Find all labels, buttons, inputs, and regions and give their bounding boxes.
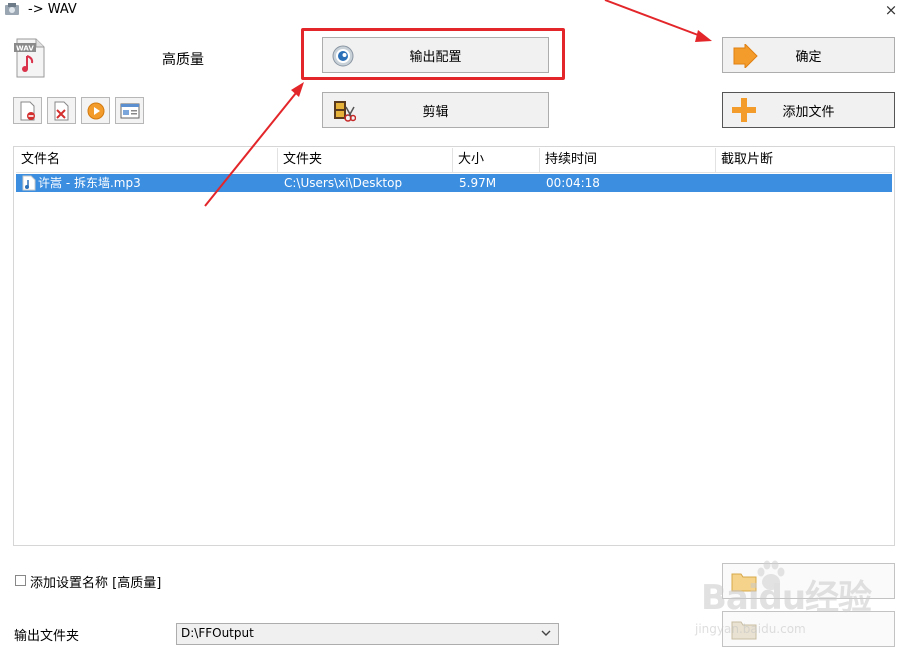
column-header-folder[interactable]: 文件夹	[278, 148, 453, 172]
clear-list-button[interactable]	[47, 97, 76, 124]
cell-folder: C:\Users\xi\Desktop	[284, 176, 403, 190]
column-header-clip[interactable]: 截取片断	[716, 148, 892, 172]
baidu-watermark: Baidu经验 jingyan.baidu.com	[695, 552, 905, 652]
play-icon	[87, 102, 105, 120]
highlight-box	[301, 28, 565, 80]
output-folder-select[interactable]: D:\FFOutput	[176, 623, 559, 645]
cell-size: 5.97M	[459, 176, 497, 190]
svg-text:WAV: WAV	[16, 45, 34, 53]
audio-file-icon	[22, 175, 36, 191]
chevron-down-icon	[541, 630, 551, 636]
clip-label: 剪辑	[422, 104, 449, 120]
column-header-duration[interactable]: 持续时间	[540, 148, 716, 172]
cell-duration: 00:04:18	[546, 176, 600, 190]
add-file-label: 添加文件	[782, 104, 835, 120]
cell-filename: 许嵩 - 拆东墙.mp3	[38, 176, 141, 190]
watermark-url: jingyan.baidu.com	[695, 622, 806, 636]
watermark-text: Baidu经验	[701, 578, 872, 618]
title-bar: -> WAV ×	[0, 0, 906, 22]
output-folder-value: D:\FFOutput	[181, 626, 254, 640]
media-info-icon	[120, 103, 140, 119]
wav-file-icon: WAV	[14, 38, 45, 78]
list-header: 文件名 文件夹 大小 持续时间 截取片断	[16, 148, 892, 173]
remove-file-button[interactable]	[13, 97, 42, 124]
clear-list-icon	[54, 101, 69, 121]
app-icon	[5, 3, 19, 15]
table-row[interactable]: 许嵩 - 拆东墙.mp3 C:\Users\xi\Desktop 5.97M 0…	[16, 174, 892, 192]
file-list[interactable]: 文件名 文件夹 大小 持续时间 截取片断 许嵩 - 拆东墙.mp3 C:\Use…	[13, 146, 895, 546]
play-button[interactable]	[81, 97, 110, 124]
add-file-button[interactable]: 添加文件	[722, 92, 895, 128]
preset-label: 高质量	[162, 52, 204, 68]
close-button[interactable]: ×	[882, 2, 900, 20]
clip-button[interactable]: 剪辑	[322, 92, 549, 128]
column-header-size[interactable]: 大小	[453, 148, 540, 172]
media-info-button[interactable]	[115, 97, 144, 124]
ok-label: 确定	[795, 49, 822, 65]
output-folder-label: 输出文件夹	[14, 629, 80, 644]
add-name-label: 添加设置名称 [高质量]	[30, 576, 162, 591]
remove-file-icon	[20, 101, 35, 121]
window-title: -> WAV	[28, 2, 77, 17]
column-header-filename[interactable]: 文件名	[16, 148, 278, 172]
ok-button[interactable]: 确定	[722, 37, 895, 73]
add-name-checkbox[interactable]	[15, 575, 26, 586]
